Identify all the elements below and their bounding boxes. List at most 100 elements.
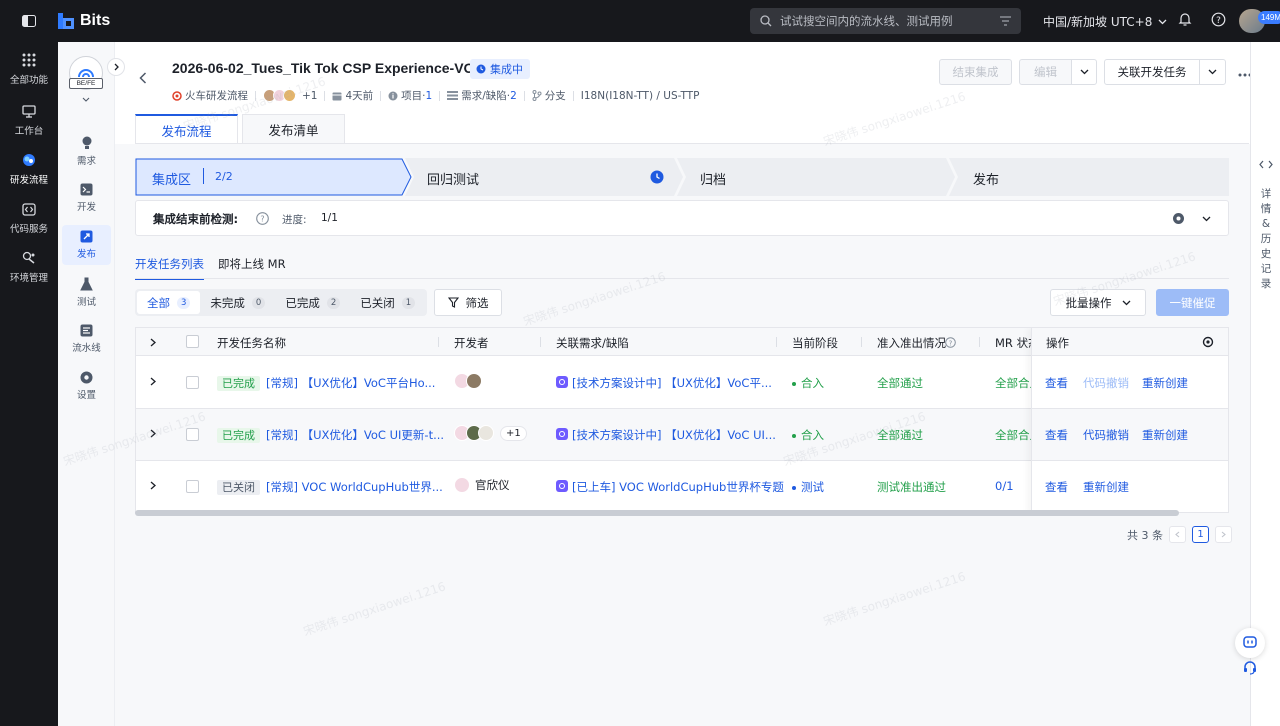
page-number[interactable]: 1: [1192, 526, 1209, 543]
filter-label: 全部: [147, 295, 170, 310]
nav-label: 环境管理: [9, 273, 48, 284]
developer-cell[interactable]: 官欣仪: [454, 477, 510, 493]
sidebar-item-pipeline[interactable]: 流水线: [62, 319, 111, 359]
sidebar-item-label: 流水线: [72, 343, 101, 354]
nav-dev-flow[interactable]: 研发流程: [0, 152, 58, 186]
link-dev-task-button[interactable]: 关联开发任务: [1104, 59, 1200, 85]
row-expand-icon[interactable]: [150, 377, 156, 386]
nav-label: 全部功能: [9, 75, 48, 86]
requirement-icon: [556, 376, 568, 388]
sidebar-item-test[interactable]: 测试: [62, 272, 111, 312]
expand-sidebar-button[interactable]: [107, 58, 125, 76]
code-toggle-icon[interactable]: [1259, 160, 1273, 169]
row-expand-icon[interactable]: [150, 481, 156, 490]
member-avatars[interactable]: [263, 89, 296, 102]
region-selector[interactable]: 中国/新加坡 UTC+8: [1043, 13, 1167, 30]
nav-all-features[interactable]: 全部功能: [0, 52, 58, 86]
chevron-down-icon[interactable]: [1202, 216, 1211, 222]
filter-button[interactable]: 筛选: [434, 289, 502, 316]
column-header: 操作: [1046, 336, 1069, 350]
edit-button[interactable]: 编辑: [1019, 59, 1072, 85]
edit-dropdown-button[interactable]: [1071, 59, 1097, 85]
subtab-upcoming-mr[interactable]: 即将上线 MR: [218, 256, 286, 280]
flask-icon: [80, 277, 93, 290]
filter-incomplete[interactable]: 未完成 0: [200, 291, 275, 314]
help-icon[interactable]: ?: [1211, 12, 1226, 30]
subtab-dev-tasks[interactable]: 开发任务列表: [135, 256, 204, 280]
filter-completed[interactable]: 已完成 2: [275, 291, 350, 314]
requirement-count[interactable]: 2: [510, 90, 517, 102]
row-expand-icon[interactable]: [150, 429, 156, 438]
bell-icon[interactable]: [1178, 12, 1192, 30]
task-name-link[interactable]: [常规] VOC WorldCupHub世界...: [266, 479, 443, 495]
row-checkbox[interactable]: [186, 428, 199, 441]
search-placeholder: 试试搜空间内的流水线、测试用例: [780, 14, 953, 28]
chevron-down-icon: [1158, 19, 1167, 24]
tab-release-flow[interactable]: 发布流程: [135, 114, 238, 144]
nav-code-service[interactable]: 代码服务: [0, 201, 58, 235]
gate-status-link[interactable]: 全部通过: [877, 375, 923, 391]
developers-more[interactable]: +1: [500, 425, 527, 441]
task-status-badge: 已完成: [217, 375, 260, 391]
members-more[interactable]: +1: [302, 90, 317, 102]
app-logo[interactable]: Bits: [58, 12, 110, 30]
urge-all-button[interactable]: 一键催促: [1156, 289, 1229, 316]
expand-all-icon[interactable]: [150, 338, 156, 347]
task-status-badge: 已完成: [217, 427, 260, 443]
project-count[interactable]: 1: [426, 90, 433, 102]
sidebar-item-settings[interactable]: 设置: [62, 366, 111, 406]
nav-workbench[interactable]: 工作台: [0, 103, 58, 137]
developer-avatars[interactable]: [454, 373, 482, 389]
prev-page-button[interactable]: [1169, 526, 1186, 543]
gate-status-link[interactable]: 全部通过: [877, 427, 923, 443]
precheck-label: 集成结束前检测:: [153, 212, 239, 226]
column-settings-icon[interactable]: [1202, 336, 1214, 348]
requirement-link[interactable]: [技术方案设计中] 【UX优化】VoC平...: [556, 375, 772, 391]
sidebar-item-requirements[interactable]: 需求: [62, 131, 111, 171]
gear-icon[interactable]: [1172, 212, 1185, 225]
project-nav: BE/FE 需求 开发 发布 测试 流水线 设置: [58, 42, 115, 726]
help-icon[interactable]: ?: [945, 337, 956, 348]
filter-closed[interactable]: 已关闭 1: [350, 291, 425, 314]
global-search[interactable]: 试试搜空间内的流水线、测试用例: [750, 8, 1021, 34]
clock-icon: [650, 170, 664, 184]
table-horizontal-scrollbar[interactable]: [135, 510, 1179, 516]
filter-all[interactable]: 全部 3: [137, 291, 201, 314]
branch-icon: [532, 90, 542, 101]
end-integration-button[interactable]: 结束集成: [939, 59, 1012, 85]
back-button[interactable]: [139, 72, 147, 88]
terminal-icon: [80, 183, 93, 196]
requirement-link[interactable]: [已上车] VOC WorldCupHub世界杯专题: [556, 479, 784, 495]
support-button[interactable]: [1235, 653, 1265, 683]
sidebar-item-develop[interactable]: 开发: [62, 178, 111, 218]
select-all-checkbox[interactable]: [186, 335, 199, 348]
sidebar-item-release[interactable]: 发布: [62, 225, 111, 265]
developer-avatars[interactable]: +1: [454, 425, 527, 441]
help-icon[interactable]: ?: [256, 212, 269, 225]
svg-text:?: ?: [949, 339, 953, 347]
branch-label: 分支: [544, 90, 566, 102]
chevron-down-icon[interactable]: [82, 91, 90, 105]
status-filter: 全部 3 未完成 0 已完成 2 已关闭 1: [135, 289, 428, 316]
tab-release-list[interactable]: 发布清单: [242, 114, 345, 144]
gate-status-link[interactable]: 测试准出通过: [877, 479, 946, 495]
task-name-link[interactable]: [常规] 【UX优化】VoC UI更新-t...: [266, 427, 444, 443]
batch-operations-button[interactable]: 批量操作: [1050, 289, 1146, 316]
requirement-link[interactable]: [技术方案设计中] 【UX优化】VoC UI...: [556, 427, 776, 443]
project-tag: BE/FE: [69, 78, 103, 89]
sidebar-toggle-icon[interactable]: [0, 15, 58, 27]
avatar: [283, 89, 296, 102]
link-task-dropdown-button[interactable]: [1199, 59, 1226, 85]
next-page-button[interactable]: [1215, 526, 1232, 543]
detail-history-panel[interactable]: 详情&历史记录: [1250, 42, 1280, 726]
nav-env-management[interactable]: 环境管理: [0, 250, 58, 284]
detail-history-label[interactable]: 详情&历史记录: [1259, 187, 1273, 292]
mr-status[interactable]: 0/1: [995, 479, 1014, 493]
row-checkbox[interactable]: [186, 480, 199, 493]
column-header: 开发任务名称: [217, 336, 286, 350]
filter-lines-icon[interactable]: [1000, 16, 1011, 26]
step-integration-progress: 2/2: [215, 170, 233, 183]
task-name-link[interactable]: [常规] 【UX优化】VoC平台Ho...: [266, 375, 435, 391]
row-checkbox[interactable]: [186, 376, 199, 389]
filter-label: 已完成: [285, 295, 320, 310]
